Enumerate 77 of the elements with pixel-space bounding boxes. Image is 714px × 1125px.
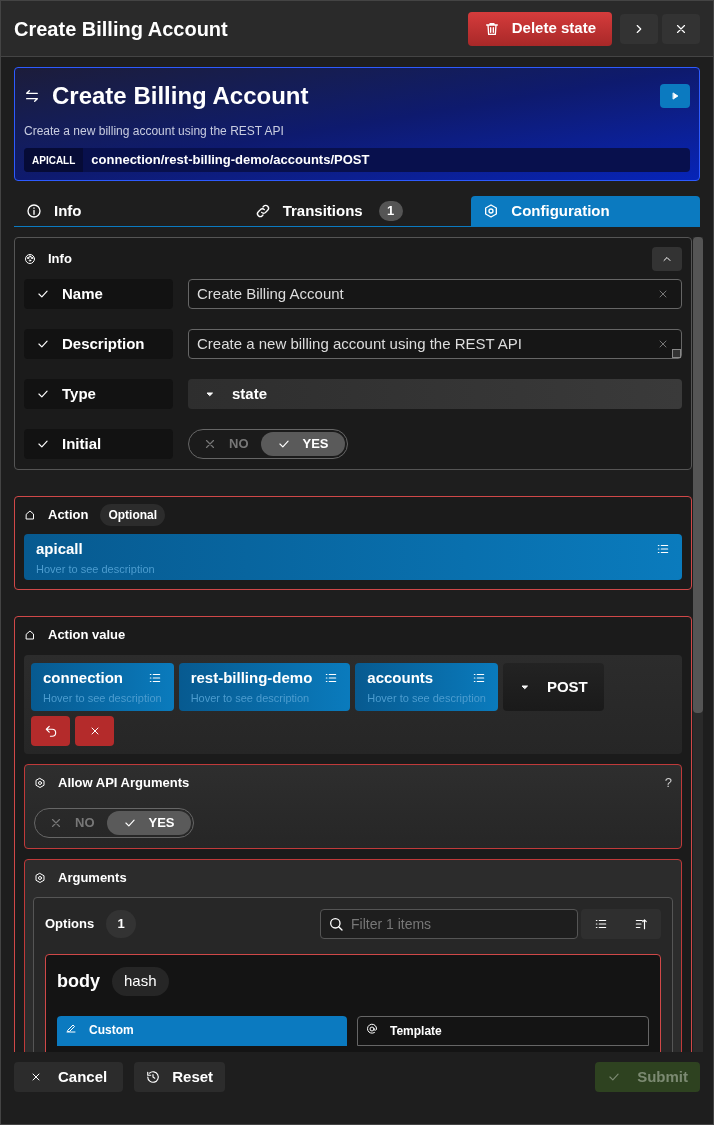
mode-tab[interactable]: Custom [57,1015,347,1046]
undo-button[interactable] [31,716,70,746]
option-value: apicall [36,539,84,559]
no-label: NO [229,435,249,454]
house-icon [24,629,36,641]
label-text: Type [62,383,96,404]
card-description: Create a new billing account using the REST API [24,123,285,140]
options-label: Options [45,915,95,934]
x-icon [49,816,63,830]
link-icon [254,203,271,219]
mode-tab[interactable]: Template [357,1015,649,1046]
run-button[interactable] [660,84,690,108]
no-label: NO [75,814,95,833]
search-icon [328,916,344,932]
section-title: Action value [48,626,126,645]
label-text: Description [62,333,145,354]
text-field[interactable]: Create Billing Account [188,279,682,309]
hexagon-icon [34,777,46,789]
scrollbar[interactable] [693,237,703,1052]
section-title: Info [48,250,73,269]
house-icon [24,509,36,521]
x-icon [203,437,217,451]
option-card[interactable]: connection Hover to see description [31,663,174,711]
option-value: accounts [367,668,435,688]
method-dropdown[interactable]: POST [502,663,604,711]
hexagon-icon [34,872,46,884]
swap-arrows-icon [24,88,40,104]
text-field[interactable]: Create a new billing account using the REST API [188,329,682,359]
at-sign-icon [366,1022,378,1035]
tab[interactable]: Transitions 1 [242,196,472,226]
delete-state-button[interactable]: Delete state [467,11,612,46]
sort-icon [634,917,648,931]
yes-label: YES [302,435,329,454]
clear-icon [657,288,669,300]
trash-icon [483,20,500,37]
help-icon: ? [664,773,672,793]
cancel-button[interactable]: Cancel [14,1062,124,1092]
option-card[interactable]: apicall Hover to see description [24,534,682,580]
option-card[interactable]: rest-billing-demo Hover to see description [178,663,351,711]
close-button[interactable] [662,13,700,44]
card-title: Create Billing Account [52,81,310,111]
label-text: Initial [62,433,102,454]
section-title: Action [48,506,89,525]
type-badge: hash [112,967,169,996]
option-card[interactable]: accounts Hover to see description [355,663,498,711]
history-icon [146,1070,161,1084]
option-value: connection [43,668,124,688]
section-title: Arguments [58,869,127,888]
yes-label: YES [148,814,175,833]
label-text: Name [62,283,103,304]
type-dropdown[interactable]: state [188,379,682,409]
option-hint: Hover to see description [190,690,311,706]
resize-handle[interactable] [672,349,681,358]
option-hint: Hover to see description [43,690,162,706]
window-title: Create Billing Account [14,16,229,42]
tab[interactable]: Info [14,196,243,226]
count-badge: 1 [378,201,403,221]
option-hint: Hover to see description [36,561,156,577]
option-value: rest-billing-demo [190,668,313,688]
info-icon [26,203,42,219]
play-icon [670,91,680,101]
action-tag: APICALL [24,148,84,172]
undo-icon [43,724,58,738]
reset-button[interactable]: Reset [134,1062,226,1092]
argument-name: body [57,969,100,993]
filter-field[interactable]: Filter 1 items [320,909,578,939]
palette-icon [24,253,36,265]
section-title: Allow API Arguments [58,774,191,793]
action-path: connection/rest-billing-demo/accounts/POST [90,151,370,170]
tab[interactable]: Configuration [471,196,700,226]
count-badge: 1 [106,910,137,938]
close-icon [30,1071,42,1083]
clear-icon [657,338,669,350]
option-hint: Hover to see description [367,690,486,706]
list-icon [594,917,608,931]
hexagon-icon [483,203,500,219]
optional-badge: Optional [100,504,166,526]
